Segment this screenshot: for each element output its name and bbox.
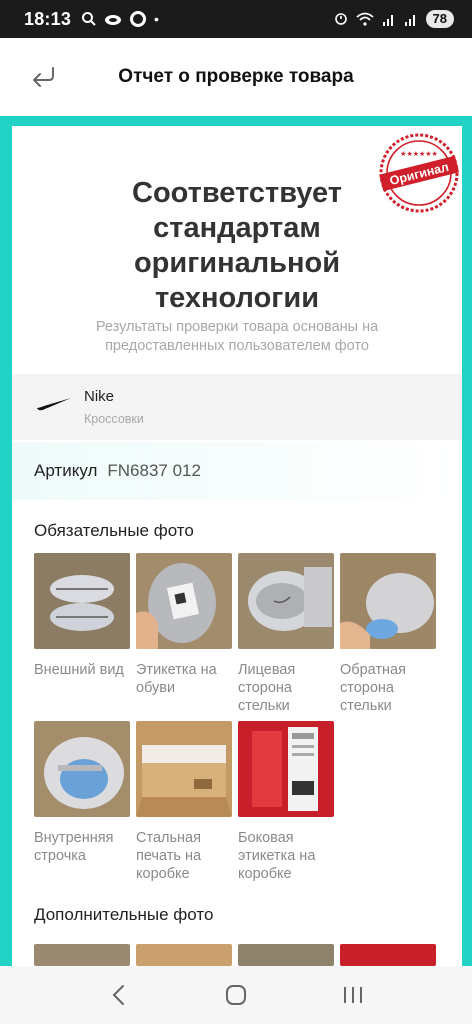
app-header: Отчет о проверке товара [0, 38, 472, 116]
svg-text:★★★★★★: ★★★★★★ [400, 150, 438, 158]
photo-insole-front[interactable] [238, 553, 334, 649]
signal-icon [404, 14, 415, 26]
photo-shoe-label[interactable] [136, 553, 232, 649]
caption-inner-stitching: Внутренняя строчка [34, 830, 114, 864]
dot-icon: • [154, 11, 159, 27]
sku-value: FN6837 012 [107, 461, 201, 480]
status-bar: 18:13 • 78 [0, 0, 472, 38]
status-right-icons: 78 [334, 9, 454, 29]
caption-exterior: Внешний вид [34, 662, 124, 678]
wifi-icon [355, 12, 374, 26]
brand-name: Nike [84, 388, 115, 405]
additional-photo-1[interactable] [34, 944, 130, 966]
nav-back-button[interactable] [99, 975, 139, 1015]
caption-box-stamp: Стальная печать на коробке [136, 830, 202, 882]
report-frame: ★★★★★★ Оригинал Соответствует стандартам… [0, 116, 472, 966]
photo-box-side-label[interactable] [238, 721, 334, 817]
status-time: 18:13 [24, 8, 72, 29]
system-nav-bar [0, 966, 472, 1024]
additional-photo-2[interactable] [136, 944, 232, 966]
required-photos-title: Обязательные фото [34, 521, 194, 540]
brand-row[interactable]: Nike Кроссовки [12, 374, 462, 440]
nav-home-button[interactable] [216, 975, 256, 1015]
battery-indicator: 78 [425, 9, 454, 29]
page-title: Отчет о проверке товара [118, 66, 354, 87]
additional-photos-title: Дополнительные фото [34, 905, 214, 924]
status-left-icons: • [81, 10, 159, 28]
app-icon [130, 11, 147, 27]
search-icon [82, 12, 96, 26]
nike-swoosh-icon [37, 398, 71, 411]
photo-exterior[interactable] [34, 553, 130, 649]
sku-row: Артикул FN6837 012 [12, 442, 462, 500]
home-icon [225, 985, 246, 1005]
verdict-subtitle: Результаты проверки товара основаны на п… [95, 319, 379, 354]
additional-photo-4[interactable] [340, 944, 436, 966]
photo-inner-stitching[interactable] [34, 721, 130, 817]
alarm-icon [334, 13, 347, 25]
back-button[interactable] [26, 62, 62, 92]
brand-category: Кроссовки [84, 412, 144, 426]
cloud-icon [105, 15, 122, 25]
additional-photo-3[interactable] [238, 944, 334, 966]
caption-insole-back: Обратная сторона стельки [340, 662, 406, 714]
caption-box-side-label: Боковая этикетка на коробке [238, 830, 316, 882]
chevron-left-icon [112, 985, 124, 1005]
photo-box-stamp[interactable] [136, 721, 232, 817]
recents-icon [344, 987, 363, 1003]
verdict-heading: Соответствует стандартам оригинальной те… [132, 177, 342, 314]
caption-insole-front: Лицевая сторона стельки [238, 662, 296, 714]
back-arrow-icon [33, 67, 54, 87]
signal-icon [382, 14, 393, 26]
nav-recents-button[interactable] [333, 975, 373, 1015]
caption-shoe-label: Этикетка на обуви [136, 662, 217, 696]
sku-label: Артикул [34, 461, 98, 480]
photo-insole-back[interactable] [340, 553, 436, 649]
report-card: ★★★★★★ Оригинал Соответствует стандартам… [12, 126, 462, 966]
